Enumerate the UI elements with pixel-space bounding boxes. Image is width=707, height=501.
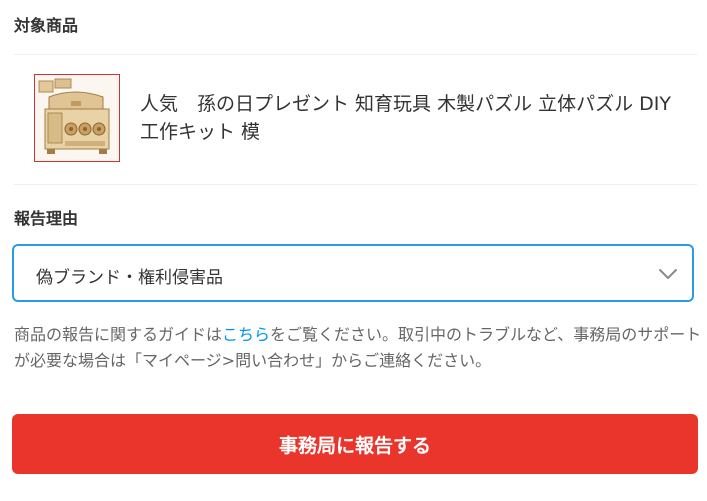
report-reason-select[interactable]: 偽ブランド・権利侵害品 [12,244,694,302]
section-title-target-item: 対象商品 [14,16,79,35]
product-row[interactable]: 人気 孫の日プレゼント 知育玩具 木製パズル 立体パズル DIY 工作キット 模 [34,74,697,164]
product-thumbnail[interactable] [34,74,120,162]
wooden-puzzle-box-image [35,75,119,161]
chevron-down-icon [658,264,678,284]
divider [14,54,697,55]
report-to-office-button[interactable]: 事務局に報告する [12,414,698,474]
guide-text-before: 商品の報告に関するガイドは [14,325,223,344]
report-guide-text: 商品の報告に関するガイドはこちらをご覧ください。取引中のトラブルなど、事務局のサ… [14,322,702,374]
guide-link[interactable]: こちら [222,325,270,344]
section-title-report-reason: 報告理由 [14,209,79,228]
report-reason-selected-value: 偽ブランド・権利侵害品 [36,268,223,288]
divider [14,184,697,185]
product-name[interactable]: 人気 孫の日プレゼント 知育玩具 木製パズル 立体パズル DIY 工作キット 模 [140,90,680,146]
